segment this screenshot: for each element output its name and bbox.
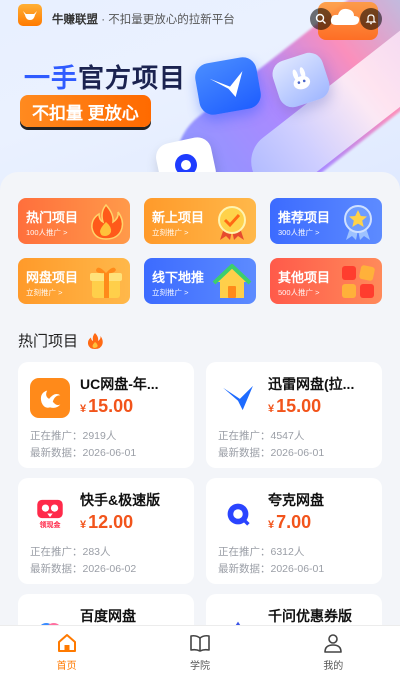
house-icon: [212, 264, 252, 298]
project-name: 千问优惠券版: [268, 608, 352, 624]
category-sub: 100人推广 >: [26, 228, 68, 237]
category-hot[interactable]: 热门项目 100人推广 >: [18, 198, 130, 244]
category-netdisk[interactable]: 网盘项目 立刻推广 >: [18, 258, 130, 304]
header-title: 牛赚联盟 · 不扣量更放心的拉新平台: [52, 14, 235, 26]
medal-icon: [218, 206, 246, 240]
bottom-tab-bar: 首页 学院 我的: [0, 625, 400, 700]
project-name: 夸克网盘: [268, 492, 324, 508]
category-sub: 立刻推广 >: [152, 288, 189, 297]
star-badge-icon: [344, 205, 372, 240]
main-panel: 热门项目 100人推广 > 新上项目 立刻推广 > 推荐项目 300人推广 >: [0, 172, 400, 632]
section-title: 热门项目: [18, 330, 104, 351]
grid-apps-icon: [342, 265, 375, 298]
kuaishou-icon: 领现金: [30, 494, 70, 534]
category-recommended[interactable]: 推荐项目 300人推广 >: [270, 198, 382, 244]
icon-caption: 领现金: [39, 521, 61, 529]
bull-icon: [23, 11, 37, 20]
project-name: 快手&极速版: [80, 492, 161, 508]
project-price: ¥15.00: [268, 396, 322, 416]
project-name: UC网盘-年...: [80, 376, 159, 392]
project-name: 百度网盘: [80, 608, 136, 624]
category-offline[interactable]: 线下地推 立刻推广 >: [144, 258, 256, 304]
uc-icon: [30, 378, 70, 418]
project-latest: 最新数据：2026-06-02: [30, 563, 137, 575]
project-card[interactable]: UC网盘-年... ¥15.00 正在推广：2919人 最新数据：2026-06…: [18, 362, 194, 468]
project-latest: 最新数据：2026-06-01: [218, 563, 325, 575]
category-name: 线下地推: [152, 270, 205, 285]
hero-banner[interactable]: 牛赚联盟 · 不扣量更放心的拉新平台 一手官方项目 不扣量 更放心: [0, 0, 400, 200]
project-price: ¥12.00: [80, 512, 134, 532]
category-other[interactable]: 其他项目 500人推广 >: [270, 258, 382, 304]
category-grid: 热门项目 100人推广 > 新上项目 立刻推广 > 推荐项目 300人推广 >: [18, 198, 382, 304]
category-name: 推荐项目: [278, 210, 331, 225]
search-button[interactable]: [310, 8, 332, 30]
project-promoting: 正在推广：283人: [30, 546, 111, 558]
tab-label: 我的: [323, 661, 344, 672]
notification-button[interactable]: [360, 8, 382, 30]
project-promoting: 正在推广：6312人: [218, 546, 305, 558]
search-icon: [315, 13, 326, 24]
category-name: 其他项目: [278, 270, 331, 285]
project-promoting: 正在推广：2919人: [30, 430, 117, 442]
project-latest: 最新数据：2026-06-01: [218, 447, 325, 459]
project-price: ¥7.00: [268, 512, 312, 532]
category-new[interactable]: 新上项目 立刻推广 >: [144, 198, 256, 244]
quark-icon: [218, 494, 258, 534]
category-name: 热门项目: [26, 210, 79, 225]
fire-icon: [91, 203, 124, 240]
book-icon: [190, 634, 210, 652]
project-card[interactable]: 夸克网盘 ¥7.00 正在推广：6312人 最新数据：2026-06-01: [206, 478, 382, 584]
bell-icon: [365, 14, 377, 25]
tab-home[interactable]: 首页: [0, 626, 133, 700]
banner-headline: 一手官方项目: [24, 63, 187, 93]
category-sub: 立刻推广 >: [152, 228, 189, 237]
project-promoting: 正在推广：4547人: [218, 430, 305, 442]
tab-label: 首页: [56, 661, 77, 672]
banner-slogan: 不扣量 更放心: [20, 95, 151, 127]
home-icon: [57, 634, 76, 652]
category-name: 网盘项目: [26, 270, 79, 285]
xunlei-bird-icon: [218, 378, 258, 418]
tab-academy[interactable]: 学院: [133, 626, 266, 700]
category-sub: 立刻推广 >: [26, 288, 63, 297]
tab-label: 学院: [189, 661, 210, 672]
xunlei-tile-icon: [192, 55, 264, 117]
category-sub: 500人推广 >: [278, 288, 320, 297]
tab-profile[interactable]: 我的: [267, 626, 400, 700]
gift-icon: [90, 267, 122, 298]
project-name: 迅雷网盘(拉...: [268, 376, 355, 392]
project-latest: 最新数据：2026-06-01: [30, 447, 137, 459]
project-price: ¥15.00: [80, 396, 134, 416]
category-sub: 300人推广 >: [278, 228, 320, 237]
project-card[interactable]: 迅雷网盘(拉... ¥15.00 正在推广：4547人 最新数据：2026-06…: [206, 362, 382, 468]
category-name: 新上项目: [152, 210, 205, 225]
cloud-icon: [330, 8, 360, 25]
project-card[interactable]: 领现金 快手&极速版 ¥12.00 正在推广：283人 最新数据：2026-06…: [18, 478, 194, 584]
user-icon: [324, 634, 343, 653]
flame-icon: [87, 332, 103, 349]
app-logo: [18, 4, 42, 26]
